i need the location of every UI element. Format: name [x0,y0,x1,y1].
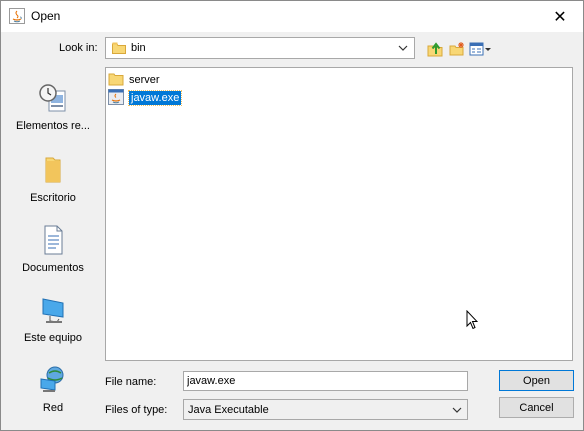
folder-icon [108,71,124,90]
close-button[interactable]: ✕ [537,1,583,32]
open-dialog: Open ✕ Look in: bin Elementos re... Escr… [0,0,584,431]
place-documents[interactable]: Documentos [9,225,97,274]
list-item[interactable]: server [108,71,160,89]
place-desktop[interactable]: Escritorio [9,155,97,204]
chevron-down-icon[interactable] [394,38,412,58]
look-in-value: bin [131,42,146,54]
network-icon [37,366,69,398]
place-label: Elementos re... [16,120,90,132]
place-label: Este equipo [23,332,83,344]
documents-icon [37,225,69,258]
file-name: javaw.exe [127,90,183,106]
file-name-input[interactable] [183,371,468,391]
places-bar: Elementos re... Escritorio Documentos Es… [9,65,97,425]
cancel-button[interactable]: Cancel [499,397,574,418]
place-label: Escritorio [30,192,76,204]
mouse-cursor-icon [466,309,479,333]
file-list[interactable]: server javaw.exe [105,67,573,361]
place-label: Documentos [22,262,84,274]
view-menu-icon[interactable] [468,39,492,59]
java-app-icon [9,8,25,24]
place-network[interactable]: Red [9,365,97,414]
file-name-label: File name: [105,376,157,388]
computer-icon [37,298,69,328]
up-one-level-icon[interactable] [425,39,445,59]
place-recent-items[interactable]: Elementos re... [9,83,97,132]
place-this-pc[interactable]: Este equipo [9,295,97,344]
title-bar: Open ✕ [1,1,583,32]
look-in-label: Look in: [59,42,98,54]
chevron-down-icon[interactable] [450,402,464,418]
place-label: Red [42,402,64,414]
file-type-label: Files of type: [105,404,168,416]
open-button[interactable]: Open [499,370,574,391]
file-name: server [129,74,160,86]
file-type-combo[interactable]: Java Executable [183,399,468,420]
recent-items-icon [37,84,69,116]
file-type-value: Java Executable [188,404,269,416]
window-title: Open [31,9,61,23]
desktop-folder-icon [37,157,69,188]
list-item-selected[interactable]: javaw.exe [108,88,183,108]
new-folder-icon[interactable] [447,39,467,59]
look-in-combo[interactable]: bin [105,37,415,59]
folder-icon [112,41,126,58]
executable-icon [108,88,124,108]
